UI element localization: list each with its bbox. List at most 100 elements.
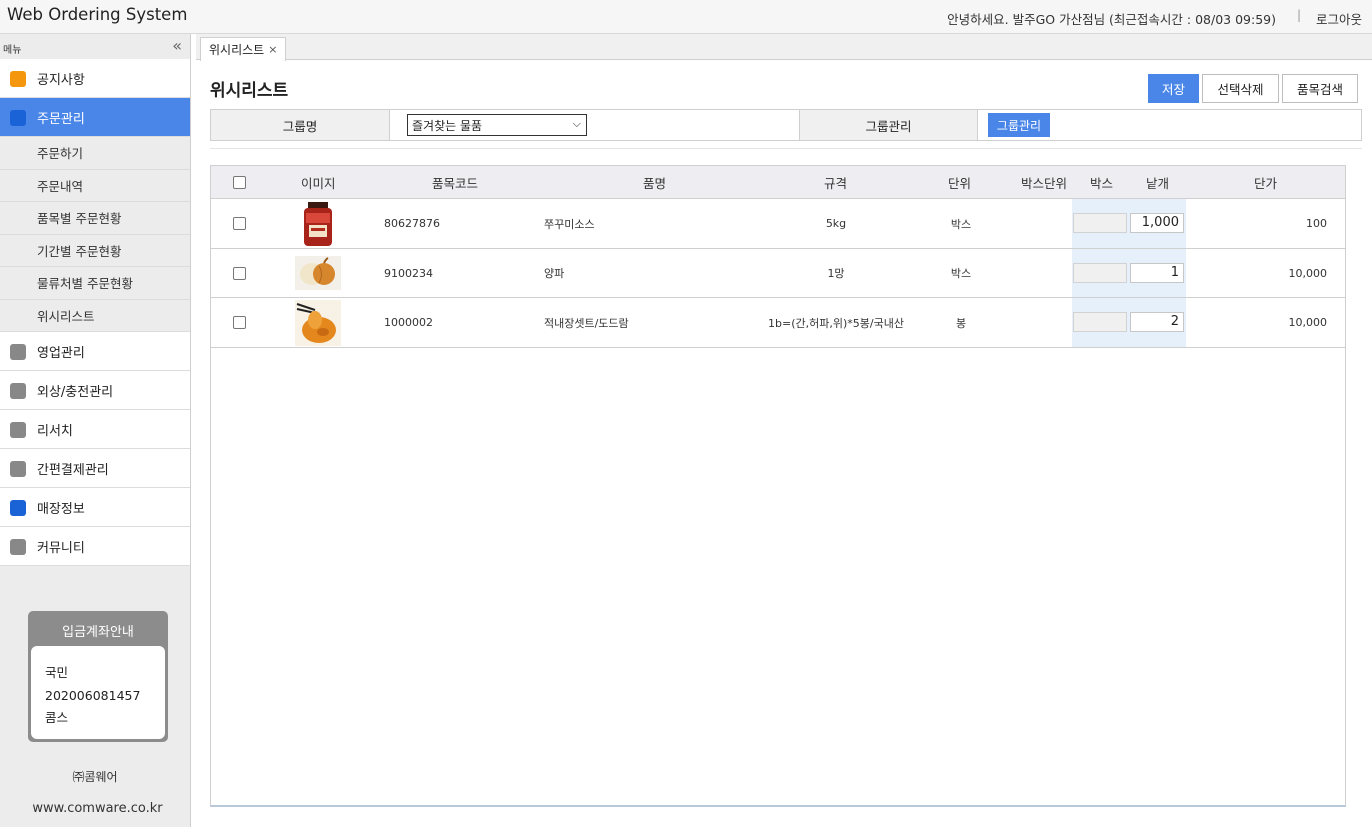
product-image: [295, 199, 341, 248]
sidebar-item-credit-management[interactable]: 외상/충전관리: [0, 371, 190, 410]
easy-payment-icon: [10, 461, 26, 477]
select-all-checkbox[interactable]: [233, 176, 246, 189]
collapse-sidebar-icon[interactable]: «: [172, 36, 182, 55]
group-select[interactable]: 즐겨찾는 물품 ⌵: [407, 114, 587, 136]
sidebar-item-notice[interactable]: 공지사항: [0, 59, 190, 98]
account-holder: 콤스: [45, 710, 69, 725]
row-checkbox[interactable]: [233, 316, 246, 329]
sidebar-item-store-info[interactable]: 매장정보: [0, 488, 190, 527]
table-row[interactable]: 9100234 양파 1망 박스 1 10,000: [211, 249, 1345, 298]
col-spec: 규격: [824, 176, 848, 191]
qty-input[interactable]: 1,000: [1130, 213, 1184, 233]
qty-input[interactable]: 2: [1130, 312, 1184, 332]
item-code: 1000002: [384, 316, 433, 329]
item-search-button[interactable]: 품목검색: [1282, 74, 1358, 103]
sidebar-item-order-management[interactable]: 주문관리: [0, 98, 190, 137]
box-qty-input[interactable]: [1073, 312, 1127, 332]
save-button[interactable]: 저장: [1148, 74, 1199, 103]
col-unit-price: 단가: [1254, 176, 1278, 191]
menu-label: 메뉴: [3, 45, 22, 56]
item-spec: 5kg: [825, 217, 847, 230]
sidebar-item-label: 영업관리: [37, 345, 85, 361]
delete-selected-button[interactable]: 선택삭제: [1202, 74, 1279, 103]
top-bar: Web Ordering System 안녕하세요. 발주GO 가산점님 (최근…: [0, 0, 1372, 34]
sidebar-subitem-orders-by-period[interactable]: 기간별 주문현황: [0, 234, 190, 267]
sidebar-subitem-wishlist[interactable]: 위시리스트: [0, 299, 190, 332]
col-image: 이미지: [301, 176, 336, 191]
table-row[interactable]: 80627876 쭈꾸미소스 5kg 박스 1,000 100: [211, 199, 1345, 249]
wishlist-grid: 이미지 품목코드 품명 규격 단위 박스단위 박스 낱개 단가 80627876…: [210, 165, 1346, 807]
sidebar-item-label: 리서치: [37, 423, 73, 439]
group-manage-button[interactable]: 그룹관리: [987, 112, 1051, 138]
qty-input[interactable]: 1: [1130, 262, 1184, 283]
group-select-value: 즐겨찾는 물품: [412, 118, 483, 133]
store-info-icon: [10, 500, 26, 516]
sidebar-item-label: 주문관리: [37, 111, 85, 127]
group-manage-label: 그룹관리: [799, 110, 978, 140]
sidebar-subitem-place-order[interactable]: 주문하기: [0, 137, 190, 170]
row-checkbox-cell: [233, 298, 246, 347]
chevron-down-icon: ⌵: [572, 117, 581, 130]
unit-price: 100: [1306, 217, 1327, 230]
col-box-unit: 박스단위: [1021, 176, 1068, 191]
item-name: 양파: [544, 267, 565, 280]
order-management-icon: [10, 110, 26, 126]
item-unit: 박스: [950, 267, 972, 280]
grid-header: 이미지 품목코드 품명 규격 단위 박스단위 박스 낱개 단가: [211, 166, 1345, 199]
col-qty: 낱개: [1146, 176, 1170, 191]
header-separator: |: [1296, 8, 1301, 22]
group-filter-bar: 그룹명 즐겨찾는 물품 ⌵ 그룹관리 그룹관리: [210, 109, 1362, 141]
tab-wishlist[interactable]: 위시리스트 ×: [200, 37, 287, 61]
company-website[interactable]: www.comware.co.kr: [0, 801, 195, 816]
app-title: Web Ordering System: [7, 5, 188, 24]
sidebar-item-sales-management[interactable]: 영업관리: [0, 332, 190, 371]
item-unit: 봉: [955, 316, 967, 330]
table-row[interactable]: 1000002 적내장셋트/도드람 1b=(간,허파,위)*5봉/국내산 봉 2…: [211, 298, 1345, 348]
product-image: [295, 249, 341, 298]
sidebar-subitem-orders-by-item[interactable]: 품목별 주문현황: [0, 202, 190, 235]
select-all-cell: [233, 166, 246, 199]
sidebar-item-label: 커뮤니티: [37, 540, 85, 556]
item-name: 적내장셋트/도드람: [544, 316, 629, 330]
tab-label: 위시리스트: [209, 43, 265, 57]
sidebar-item-community[interactable]: 커뮤니티: [0, 527, 190, 566]
unit-price: 10,000: [1288, 266, 1328, 280]
item-unit: 박스: [950, 217, 972, 231]
row-checkbox-cell: [233, 249, 246, 298]
close-tab-icon[interactable]: ×: [268, 43, 277, 56]
deposit-account-title: 입금계좌안내: [62, 625, 134, 640]
sales-management-icon: [10, 344, 26, 360]
onion-image: [295, 250, 341, 296]
row-checkbox[interactable]: [233, 217, 246, 230]
sidebar-item-label: 매장정보: [37, 501, 85, 517]
organ-meat-image: [295, 299, 341, 346]
account-number: 202006081457: [45, 687, 141, 703]
sidebar-item-label: 간편결제관리: [37, 462, 109, 478]
company-name: ㈜콤웨어: [72, 770, 118, 784]
sidebar-item-label: 공지사항: [37, 72, 85, 88]
sidebar-subitem-order-history[interactable]: 주문내역: [0, 169, 190, 202]
sidebar-item-easy-payment[interactable]: 간편결제관리: [0, 449, 190, 488]
community-icon: [10, 539, 26, 555]
col-box: 박스: [1090, 176, 1114, 191]
sidebar-subitem-orders-by-logistics[interactable]: 물류처별 주문현황: [0, 267, 190, 300]
sidebar-header: 메뉴 «: [0, 34, 190, 59]
page-title: 위시리스트: [210, 81, 289, 101]
unit-price: 10,000: [1288, 316, 1328, 329]
box-qty-input[interactable]: [1073, 213, 1127, 233]
item-spec: 1망: [827, 267, 845, 280]
logout-link[interactable]: 로그아웃: [1316, 9, 1362, 28]
item-name: 쭈꾸미소스: [544, 217, 595, 231]
row-checkbox-cell: [233, 199, 246, 248]
sidebar-item-label: 외상/충전관리: [37, 384, 114, 400]
divider: [210, 148, 1362, 149]
deposit-account-box: 입금계좌안내 국민 202006081457 콤스: [28, 611, 168, 742]
box-qty-input[interactable]: [1073, 262, 1127, 283]
row-checkbox[interactable]: [233, 266, 246, 280]
bank-name: 국민: [45, 665, 69, 680]
notice-icon: [10, 71, 26, 87]
product-image: [295, 298, 341, 347]
research-icon: [10, 422, 26, 438]
sidebar-menu: 공지사항 주문관리 주문하기 주문내역 품목별 주문현황 기간별 주문현황 물류…: [0, 59, 190, 566]
sidebar-item-research[interactable]: 리서치: [0, 410, 190, 449]
